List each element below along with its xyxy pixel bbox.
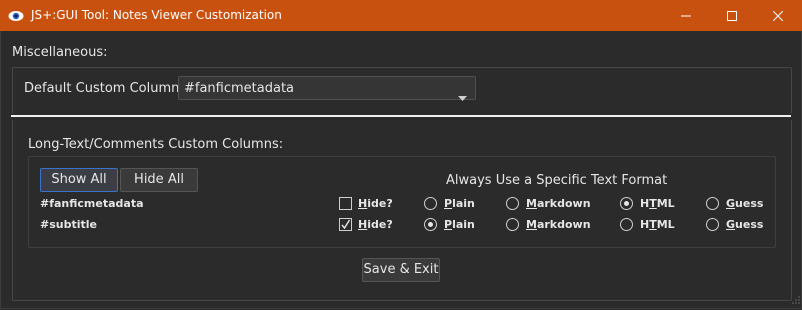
long-text-label: Long-Text/Comments Custom Columns: [28,137,284,152]
hide-checkbox-label: Hide? [358,218,393,231]
minimize-button[interactable] [663,0,709,31]
radio-html-label: HTML [640,218,675,231]
radio-markdown-label: Markdown [526,218,591,231]
save-exit-button[interactable]: Save & Exit [362,258,440,282]
column-name: #fanficmetadata [40,197,144,210]
default-column-select[interactable]: #fanficmetadata [178,76,476,101]
radio-html-label: HTML [640,197,675,210]
close-icon [773,10,783,21]
radio-plain[interactable] [424,218,437,231]
radio-plain-label: Plain [444,218,475,231]
show-all-button[interactable]: Show All [40,168,118,192]
radio-html[interactable] [620,218,633,231]
column-name: #subtitle [40,218,97,231]
hide-checkbox[interactable] [339,197,352,210]
close-button[interactable] [755,0,801,31]
maximize-icon [727,10,737,21]
hide-checkbox[interactable] [339,218,352,231]
section-divider[interactable] [11,115,791,117]
chevron-down-icon [458,86,467,105]
hide-all-button[interactable]: Hide All [120,168,198,192]
checkmark-icon [341,219,351,230]
radio-plain-label: Plain [444,197,475,210]
radio-markdown[interactable] [506,218,519,231]
radio-guess-label: Guess [726,197,764,210]
miscellaneous-label: Miscellaneous: [12,45,108,60]
format-heading: Always Use a Specific Text Format [446,173,668,188]
radio-guess[interactable] [706,218,719,231]
maximize-button[interactable] [709,0,755,31]
window-title: JS+:GUI Tool: Notes Viewer Customization [31,8,282,22]
radio-plain[interactable] [424,197,437,210]
radio-guess-label: Guess [726,218,764,231]
radio-html[interactable] [620,197,633,210]
hide-checkbox-label: Hide? [358,197,393,210]
default-column-label: Default Custom Column: [24,81,184,96]
default-column-value: #fanficmetadata [184,81,295,96]
eye-icon [8,8,24,22]
radio-markdown-label: Markdown [526,197,591,210]
minimize-icon [681,11,691,21]
resize-grip-icon[interactable] [792,289,800,308]
title-bar: JS+:GUI Tool: Notes Viewer Customization [0,0,802,31]
radio-guess[interactable] [706,197,719,210]
radio-markdown[interactable] [506,197,519,210]
